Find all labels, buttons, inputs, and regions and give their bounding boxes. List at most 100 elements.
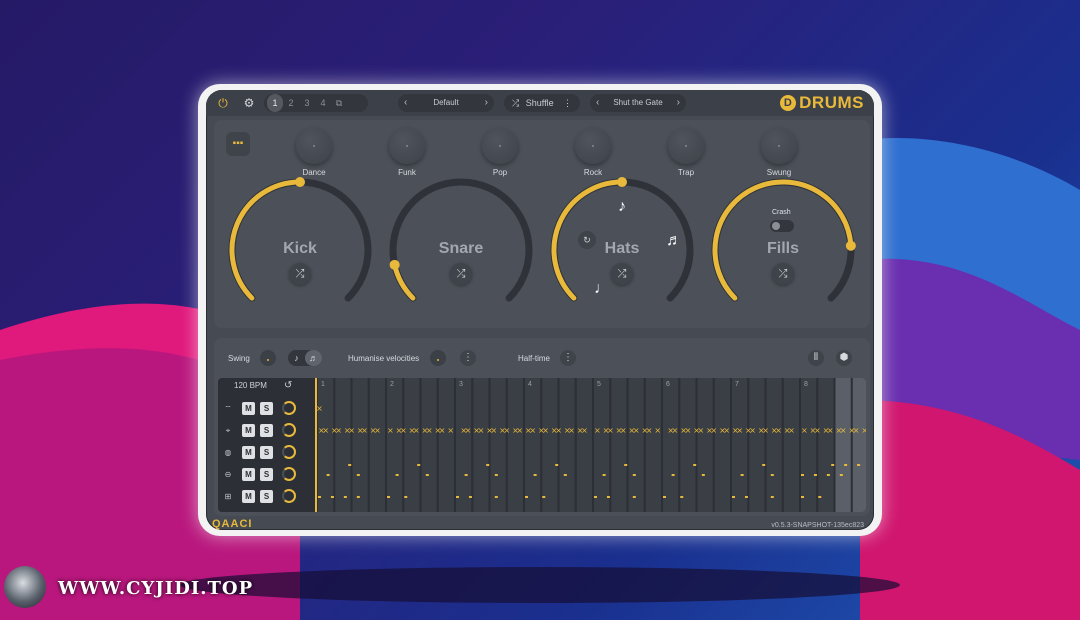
- note-step[interactable]: [494, 474, 498, 476]
- mute-button-snare[interactable]: M: [242, 468, 255, 481]
- hats-dial-handle[interactable]: [617, 177, 627, 187]
- note-step[interactable]: ×: [503, 426, 510, 435]
- reset-icon[interactable]: ↺: [284, 380, 292, 391]
- note-step[interactable]: [770, 496, 774, 498]
- note-step[interactable]: [740, 474, 744, 476]
- beamed-notes-icon[interactable]: ♬: [666, 232, 682, 250]
- note-step[interactable]: [404, 496, 408, 498]
- mute-button-hihat[interactable]: M: [242, 424, 255, 437]
- solo-button-hihat[interactable]: S: [260, 424, 273, 437]
- note-step[interactable]: [602, 474, 606, 476]
- note-step[interactable]: [680, 496, 684, 498]
- note-step[interactable]: [831, 464, 835, 466]
- note-step[interactable]: ×: [762, 426, 769, 435]
- note-step[interactable]: [542, 496, 546, 498]
- note-step[interactable]: ×: [374, 426, 381, 435]
- note-step[interactable]: [494, 496, 498, 498]
- note-step[interactable]: [464, 474, 468, 476]
- note-step[interactable]: [425, 474, 429, 476]
- velocity-knob-snare[interactable]: [282, 467, 296, 481]
- note-step[interactable]: [632, 474, 636, 476]
- note-step[interactable]: [525, 496, 528, 498]
- note-step[interactable]: [671, 474, 675, 476]
- note-step[interactable]: ×: [788, 426, 795, 435]
- note-step[interactable]: [563, 474, 567, 476]
- note-step[interactable]: [343, 496, 347, 498]
- note-step[interactable]: [844, 464, 848, 466]
- midi-icon[interactable]: ⬢: [836, 350, 852, 366]
- velocity-knob-kick[interactable]: [282, 489, 296, 503]
- waveform-icon[interactable]: ⦀: [808, 350, 824, 366]
- hats-cycle-icon[interactable]: ↻: [578, 231, 596, 249]
- note-step[interactable]: [744, 496, 748, 498]
- slot-4[interactable]: 4: [315, 94, 331, 112]
- humanise-knob[interactable]: [430, 350, 446, 366]
- mute-button-cymbal[interactable]: M: [242, 402, 255, 415]
- note-step[interactable]: ×: [426, 426, 433, 435]
- note-step[interactable]: [594, 496, 597, 498]
- solo-button-tom[interactable]: S: [260, 446, 273, 459]
- slot-2[interactable]: 2: [283, 94, 299, 112]
- song-selector[interactable]: ‹ Shut the Gate ›: [590, 94, 686, 112]
- slot-1[interactable]: 1: [267, 94, 283, 112]
- note-step[interactable]: [330, 496, 334, 498]
- note-step[interactable]: ×: [633, 426, 640, 435]
- bpm-display[interactable]: 120 BPM: [234, 381, 267, 390]
- velocity-knob-tom[interactable]: [282, 445, 296, 459]
- note-step[interactable]: ×: [646, 426, 653, 435]
- halftime-more-icon[interactable]: ⋮: [560, 350, 576, 366]
- slot-3[interactable]: 3: [299, 94, 315, 112]
- note-step[interactable]: ×: [413, 426, 420, 435]
- swing-resolution-toggle[interactable]: ♪ ♬: [288, 350, 322, 366]
- mute-button-tom[interactable]: M: [242, 446, 255, 459]
- note-step[interactable]: ×: [749, 426, 756, 435]
- swing-knob[interactable]: [260, 350, 276, 366]
- note-step[interactable]: [318, 496, 321, 498]
- note-step[interactable]: [826, 474, 830, 476]
- note-step[interactable]: ×: [542, 426, 549, 435]
- note-step[interactable]: [632, 496, 636, 498]
- note-step[interactable]: [417, 464, 421, 466]
- power-icon[interactable]: ⏻: [214, 94, 232, 112]
- note-step[interactable]: ×: [775, 426, 782, 435]
- chevron-left-icon[interactable]: ‹: [596, 94, 599, 112]
- note-step[interactable]: ×: [555, 426, 562, 435]
- pattern-grid[interactable]: 1 2 3 4 5 6 7 8××× ×× ×× ×× ×× × ×× ×× ×× ×× × ×× ×× ×× ×× ×× ×…: [306, 378, 866, 512]
- note-step[interactable]: ×: [516, 426, 523, 435]
- note-step[interactable]: ×: [672, 426, 679, 435]
- note-step[interactable]: ×: [814, 426, 821, 435]
- note-step[interactable]: [624, 464, 628, 466]
- solo-button-snare[interactable]: S: [260, 468, 273, 481]
- note-step[interactable]: ×: [447, 426, 454, 435]
- note-step[interactable]: [857, 464, 861, 466]
- note-step[interactable]: ×: [723, 426, 730, 435]
- note-step[interactable]: [356, 496, 360, 498]
- note-step[interactable]: ×: [478, 426, 485, 435]
- note-step[interactable]: [770, 474, 774, 476]
- mute-button-kick[interactable]: M: [242, 490, 255, 503]
- note-step[interactable]: ×: [607, 426, 614, 435]
- note-step[interactable]: ×: [594, 426, 601, 435]
- playhead[interactable]: [315, 378, 317, 512]
- snare-dial-handle[interactable]: [389, 259, 400, 270]
- note-step[interactable]: ×: [827, 426, 834, 435]
- note-step[interactable]: ×: [439, 426, 446, 435]
- humanise-more-icon[interactable]: ⋮: [460, 350, 476, 366]
- note-step[interactable]: [839, 474, 843, 476]
- note-step[interactable]: ×: [465, 426, 472, 435]
- note-step[interactable]: [606, 496, 610, 498]
- crash-toggle[interactable]: [770, 220, 794, 232]
- note-step[interactable]: [701, 474, 705, 476]
- note-step[interactable]: ×: [853, 426, 860, 435]
- note-step[interactable]: ×: [348, 426, 355, 435]
- shuffle-control[interactable]: ⤮ Shuffle ⋮: [504, 94, 580, 112]
- hats-shuffle-button[interactable]: ⤮: [611, 263, 633, 285]
- note-step[interactable]: [486, 464, 490, 466]
- solo-button-kick[interactable]: S: [260, 490, 273, 503]
- note-step[interactable]: ×: [698, 426, 705, 435]
- kick-dial-handle[interactable]: [295, 177, 305, 187]
- note-step[interactable]: [348, 464, 352, 466]
- note-step[interactable]: ×: [581, 426, 588, 435]
- note-step[interactable]: [801, 474, 804, 476]
- note-step[interactable]: ×: [710, 426, 717, 435]
